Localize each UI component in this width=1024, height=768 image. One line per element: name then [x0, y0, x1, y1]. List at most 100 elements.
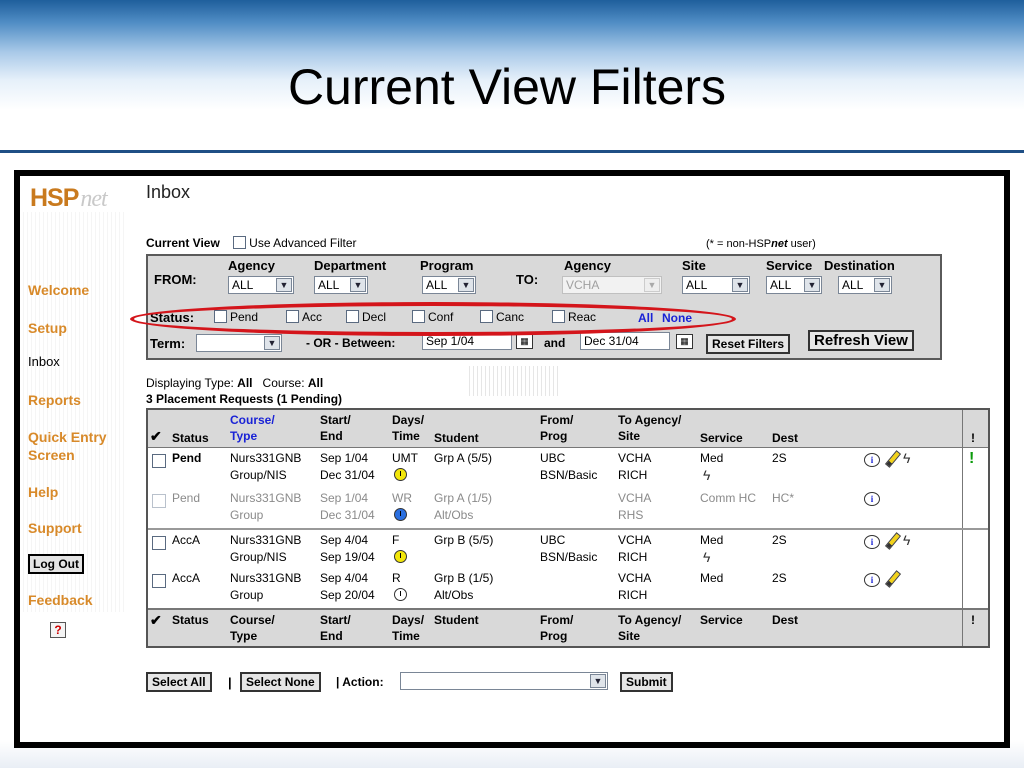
row-dest: 2S [772, 533, 787, 547]
advanced-filter-checkbox[interactable] [233, 236, 247, 249]
table-row[interactable]: Pend Nurs331GNB Group Sep 1/04 Dec 31/04 W… [148, 488, 988, 528]
nav-help[interactable]: Help [28, 484, 58, 500]
info-icon[interactable]: i [864, 492, 880, 506]
check-all-header[interactable]: ✔ [150, 428, 162, 444]
faint-watermark-stripe [466, 366, 560, 396]
term-select[interactable]: ▼ [196, 334, 282, 352]
days-header: Days/Time [392, 413, 425, 443]
row-service: Med [700, 571, 724, 585]
status-reac-checkbox[interactable] [552, 310, 565, 323]
program-header: Program [420, 258, 474, 273]
row-student: Grp A (1/5) Alt/Obs [434, 491, 493, 522]
row-dates: Sep 4/04 Sep 20/04 [320, 571, 375, 602]
pencil-icon[interactable] [884, 570, 900, 586]
row-days: R [392, 570, 407, 604]
current-view-label: Current View [146, 236, 220, 250]
row-checkbox[interactable] [152, 536, 166, 550]
info-icon[interactable]: i [864, 453, 880, 467]
nav-setup[interactable]: Setup [28, 320, 67, 336]
site-select[interactable]: ALL ▼ [682, 276, 750, 294]
pencil-icon[interactable] [884, 450, 900, 466]
destination-select[interactable]: ALL ▼ [838, 276, 892, 294]
status-acc-checkbox[interactable] [286, 310, 299, 323]
table-row[interactable]: Pend Nurs331GNB Group/NIS Sep 1/04 Dec 31/… [148, 448, 988, 488]
nav-watermark [20, 212, 124, 612]
status-pend-checkbox[interactable] [214, 310, 227, 323]
row-checkbox [152, 494, 166, 508]
reset-filters-button[interactable]: Reset Filters [706, 334, 791, 354]
question-book-icon[interactable]: ? [50, 622, 66, 638]
nav-feedback[interactable]: Feedback [28, 592, 93, 608]
status-pend-option[interactable]: Pend [214, 310, 258, 324]
check-all-footer[interactable]: ✔ [150, 612, 162, 628]
department-select[interactable]: ALL ▼ [314, 276, 368, 294]
status-canc-option[interactable]: Canc [480, 310, 524, 324]
agency-select[interactable]: ALL ▼ [228, 276, 294, 294]
dest-footer: Dest [772, 613, 799, 627]
dest-header: Dest [772, 431, 799, 445]
status-none-link[interactable]: None [662, 311, 692, 325]
status-conf-option[interactable]: Conf [412, 310, 453, 324]
row-dest: 2S [772, 451, 787, 465]
to-agency-select: VCHA ▼ [562, 276, 662, 294]
status-reac-option[interactable]: Reac [552, 310, 596, 324]
table-row[interactable]: AccA Nurs331GNB Group/NIS Sep 4/04 Sep 19/… [148, 528, 988, 568]
and-label: and [544, 336, 566, 350]
row-dest: 2S [772, 571, 787, 585]
action-select[interactable]: ▼ [400, 672, 608, 690]
end-date-input[interactable]: Dec 31/04 [580, 332, 670, 350]
start-date-input[interactable]: Sep 1/04 [422, 332, 512, 350]
status-canc-checkbox[interactable] [480, 310, 493, 323]
row-checkbox[interactable] [152, 454, 166, 468]
destination-header: Destination [824, 258, 895, 273]
lightning-icon[interactable]: ϟ [903, 532, 910, 549]
nav-inbox[interactable]: Inbox [28, 354, 60, 369]
row-to: VCHA RICH [618, 451, 652, 482]
row-checkbox[interactable] [152, 574, 166, 588]
nav-welcome[interactable]: Welcome [28, 282, 89, 298]
status-decl-option[interactable]: Decl [346, 310, 386, 324]
info-icon[interactable]: i [864, 573, 880, 587]
student-footer: Student [434, 613, 479, 627]
program-select[interactable]: ALL ▼ [422, 276, 476, 294]
calendar-icon[interactable]: ▦ [516, 334, 533, 349]
status-all-link[interactable]: All [638, 311, 653, 325]
app-screenshot: HSPnet Welcome Setup Inbox Reports Quick… [14, 170, 1010, 748]
lightning-icon[interactable]: ϟ [903, 450, 910, 467]
info-icon[interactable]: i [864, 535, 880, 549]
to-label: TO: [516, 272, 539, 287]
pencil-icon[interactable] [884, 532, 900, 548]
course-header[interactable]: Course/Type [230, 412, 275, 444]
status-conf-checkbox[interactable] [412, 310, 425, 323]
table-header: ✔ Status Course/Type Start/End Days/Time… [148, 410, 988, 448]
select-all-button[interactable]: Select All [146, 672, 212, 692]
service-header: Service [700, 431, 743, 445]
chevron-down-icon: ▼ [874, 278, 890, 292]
start-header: Start/End [320, 413, 351, 443]
nav-quick-entry-screen[interactable]: Quick Entry Screen [28, 428, 128, 464]
select-none-button[interactable]: Select None [240, 672, 321, 692]
to-agency-header: To Agency/Site [618, 413, 682, 443]
non-user-note: (* = non-HSPnet user) [706, 238, 816, 250]
status-acc-option[interactable]: Acc [286, 310, 322, 324]
calendar-icon[interactable]: ▦ [676, 334, 693, 349]
row-student: Grp B (1/5) Alt/Obs [434, 571, 494, 602]
status-decl-checkbox[interactable] [346, 310, 359, 323]
hspnet-logo: HSPnet [30, 184, 108, 212]
row-actions: i [864, 490, 880, 507]
from-label: FROM: [154, 272, 197, 287]
status-footer: Status [172, 613, 209, 627]
row-actions: iϟ [864, 450, 910, 468]
logout-button[interactable]: Log Out [28, 554, 84, 574]
nav-support[interactable]: Support [28, 520, 82, 536]
refresh-view-button[interactable]: Refresh View [808, 330, 914, 351]
table-row[interactable]: AccA Nurs331GNB Group Sep 4/04 Sep 20/04 R… [148, 568, 988, 608]
left-navigation: HSPnet Welcome Setup Inbox Reports Quick… [20, 176, 146, 742]
service-select[interactable]: ALL ▼ [766, 276, 822, 294]
chevron-down-icon: ▼ [804, 278, 820, 292]
nav-reports[interactable]: Reports [28, 392, 81, 408]
flag-header: ! [971, 431, 975, 445]
row-dest: HC* [772, 491, 795, 505]
submit-button[interactable]: Submit [620, 672, 673, 692]
row-dates: Sep 1/04 Dec 31/04 [320, 491, 375, 522]
